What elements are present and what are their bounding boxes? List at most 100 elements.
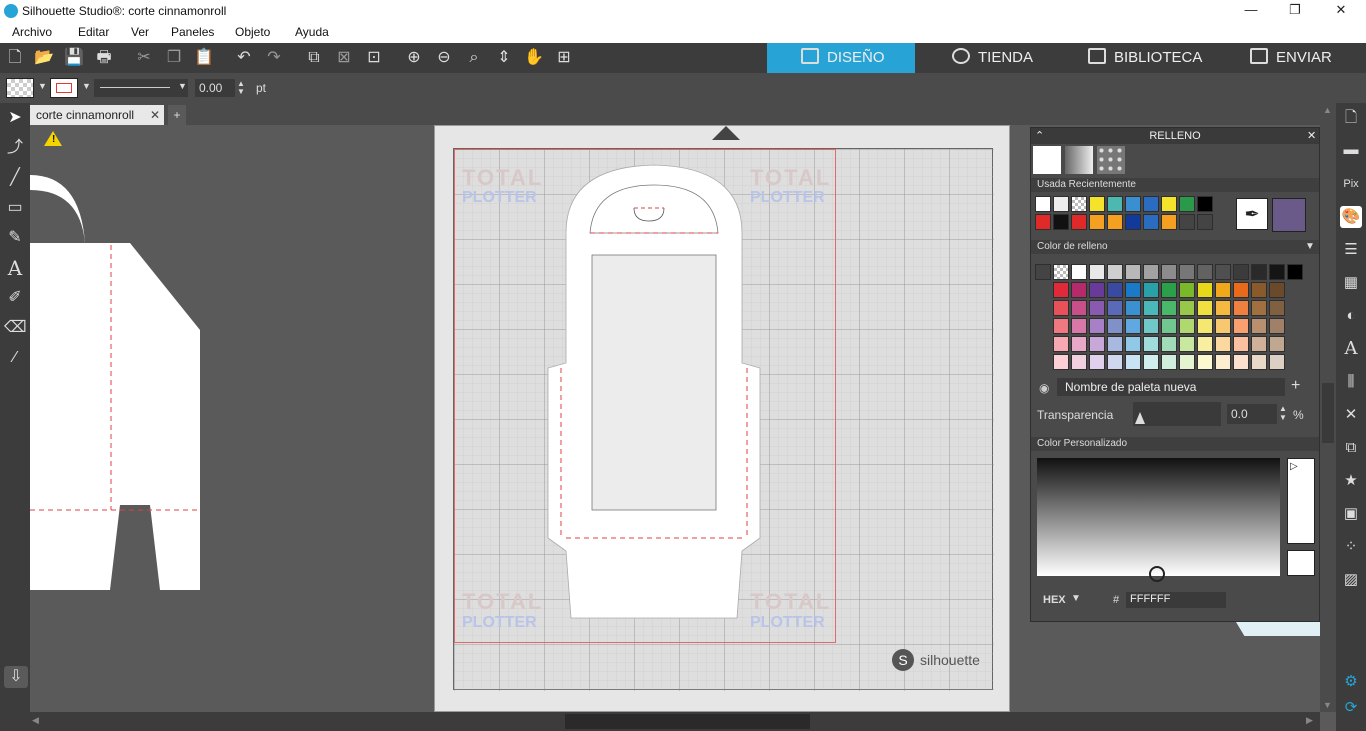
cut-icon[interactable]: ✂ — [133, 48, 155, 68]
fill-swatch[interactable] — [6, 78, 34, 98]
edit-points-icon[interactable]: ⤴ — [4, 137, 26, 159]
transparent-swatch[interactable] — [1053, 264, 1069, 280]
tab-biblioteca[interactable]: BIBLIOTECA — [1088, 43, 1202, 73]
ungroup-icon[interactable]: ⊠ — [333, 48, 355, 68]
recent-color-swatch[interactable] — [1035, 196, 1051, 212]
transparency-slider[interactable] — [1133, 402, 1221, 426]
recent-color-swatch[interactable] — [1107, 196, 1123, 212]
library-icon[interactable]: ★ — [1340, 470, 1362, 492]
align-icon[interactable]: ⫼ — [1340, 371, 1362, 393]
fill-color-toggle-icon[interactable]: ▼ — [1305, 240, 1315, 254]
palette-color-swatch[interactable] — [1251, 282, 1267, 298]
redo-icon[interactable]: ↷ — [263, 48, 285, 68]
menu-ayuda[interactable]: Ayuda — [295, 25, 329, 39]
palette-color-swatch[interactable] — [1233, 282, 1249, 298]
palette-color-swatch[interactable] — [1179, 282, 1195, 298]
hex-input[interactable]: FFFFFF — [1126, 592, 1226, 608]
zoom-out-icon[interactable]: ⊖ — [433, 48, 455, 68]
paste-icon[interactable]: 📋 — [193, 48, 215, 68]
fill-panel-icon[interactable]: 🎨 — [1340, 206, 1362, 228]
gray-swatch[interactable] — [1161, 264, 1177, 280]
palette-color-swatch[interactable] — [1125, 300, 1141, 316]
palette-color-swatch[interactable] — [1143, 318, 1159, 334]
palette-color-swatch[interactable] — [1089, 300, 1105, 316]
recent-color-swatch[interactable] — [1161, 214, 1177, 230]
palette-color-swatch[interactable] — [1215, 336, 1231, 352]
palette-color-swatch[interactable] — [1053, 318, 1069, 334]
pix-icon[interactable]: Pix — [1340, 173, 1362, 195]
compound-icon[interactable]: ⊡ — [363, 48, 385, 68]
text-style-icon[interactable]: A — [1340, 338, 1362, 360]
line-color-dropdown-icon[interactable]: ▼ — [82, 81, 91, 91]
recent-color-swatch[interactable] — [1197, 214, 1213, 230]
scroll-right-icon[interactable]: ▶ — [1306, 715, 1313, 726]
palette-color-swatch[interactable] — [1053, 282, 1069, 298]
palette-color-swatch[interactable] — [1179, 300, 1195, 316]
hscroll-thumb[interactable] — [565, 714, 810, 729]
line-width-stepper[interactable]: ▲ ▼ — [237, 80, 245, 96]
new-tab-icon[interactable]: + — [168, 105, 186, 125]
palette-color-swatch[interactable] — [1089, 318, 1105, 334]
shape-icon[interactable]: ▬ — [1340, 139, 1362, 161]
palette-color-swatch[interactable] — [1269, 282, 1285, 298]
line-style-select[interactable]: ▼ — [94, 79, 188, 97]
palette-color-swatch[interactable] — [1107, 318, 1123, 334]
color-picker-cursor[interactable] — [1149, 566, 1165, 582]
palette-color-swatch[interactable] — [1215, 318, 1231, 334]
pan-icon[interactable]: ✋ — [523, 48, 545, 68]
scroll-up-icon[interactable]: ▲ — [1323, 105, 1332, 115]
transparency-stepper[interactable]: ▲ ▼ — [1279, 404, 1287, 422]
color-picker-area[interactable] — [1037, 458, 1280, 582]
fill-solid-option[interactable] — [1033, 146, 1061, 174]
recent-color-swatch[interactable] — [1035, 214, 1051, 230]
recent-color-swatch[interactable] — [1125, 214, 1141, 230]
knife-icon[interactable]: ✐ — [4, 287, 26, 309]
palette-color-swatch[interactable] — [1125, 318, 1141, 334]
recent-color-swatch[interactable] — [1179, 196, 1195, 212]
menu-paneles[interactable]: Paneles — [171, 25, 214, 39]
collapse-icon[interactable]: ⌃ — [1035, 128, 1044, 144]
minimize-button[interactable]: — — [1236, 2, 1266, 20]
palette-color-swatch[interactable] — [1179, 336, 1195, 352]
palette-color-swatch[interactable] — [1233, 300, 1249, 316]
recent-color-swatch[interactable] — [1197, 196, 1213, 212]
palette-color-swatch[interactable] — [1269, 336, 1285, 352]
page-setup-icon[interactable]: 🗋 — [1340, 107, 1362, 129]
palette-color-swatch[interactable] — [1269, 318, 1285, 334]
gray-swatch[interactable] — [1287, 264, 1303, 280]
gray-swatch[interactable] — [1107, 264, 1123, 280]
palette-color-swatch[interactable] — [1215, 282, 1231, 298]
palette-color-swatch[interactable] — [1179, 318, 1195, 334]
recent-color-swatch[interactable] — [1089, 214, 1105, 230]
line-icon[interactable]: ╱ — [4, 167, 26, 189]
palette-color-swatch[interactable] — [1143, 354, 1159, 370]
palette-color-swatch[interactable] — [1233, 354, 1249, 370]
palette-color-swatch[interactable] — [1197, 354, 1213, 370]
scroll-thumb[interactable] — [1322, 383, 1334, 443]
hex-mode-dropdown-icon[interactable]: ▼ — [1071, 593, 1081, 604]
hue-slider-handle[interactable]: ▷ — [1290, 461, 1298, 472]
transform-icon[interactable]: ✕ — [1340, 404, 1362, 426]
scroll-left-icon[interactable]: ◀ — [32, 715, 39, 726]
fill-gradient-option[interactable] — [1065, 146, 1093, 174]
fill-pattern-option[interactable] — [1097, 146, 1125, 174]
eyedropper-icon[interactable]: ⁄ — [4, 347, 26, 369]
recent-color-swatch[interactable] — [1089, 196, 1105, 212]
palette-color-swatch[interactable] — [1269, 300, 1285, 316]
recent-color-swatch[interactable] — [1179, 214, 1195, 230]
page-canvas[interactable]: TOTAL PLOTTER TOTAL PLOTTER TOTAL PLOTTE… — [434, 125, 1010, 712]
palette-color-swatch[interactable] — [1125, 336, 1141, 352]
group-icon[interactable]: ⧉ — [303, 48, 325, 68]
palette-color-swatch[interactable] — [1179, 354, 1195, 370]
line-width-input[interactable]: 0.00 — [195, 79, 235, 97]
palette-color-swatch[interactable] — [1071, 318, 1087, 334]
recent-color-swatch[interactable] — [1107, 214, 1123, 230]
select-icon[interactable]: ➤ — [4, 107, 26, 129]
settings-icon[interactable]: ⚙ — [1340, 671, 1362, 693]
gray-swatch[interactable] — [1251, 264, 1267, 280]
palette-color-swatch[interactable] — [1089, 354, 1105, 370]
restore-button[interactable]: ❐ — [1280, 2, 1310, 20]
palette-color-swatch[interactable] — [1161, 282, 1177, 298]
palette-color-swatch[interactable] — [1107, 282, 1123, 298]
palette-color-swatch[interactable] — [1269, 354, 1285, 370]
